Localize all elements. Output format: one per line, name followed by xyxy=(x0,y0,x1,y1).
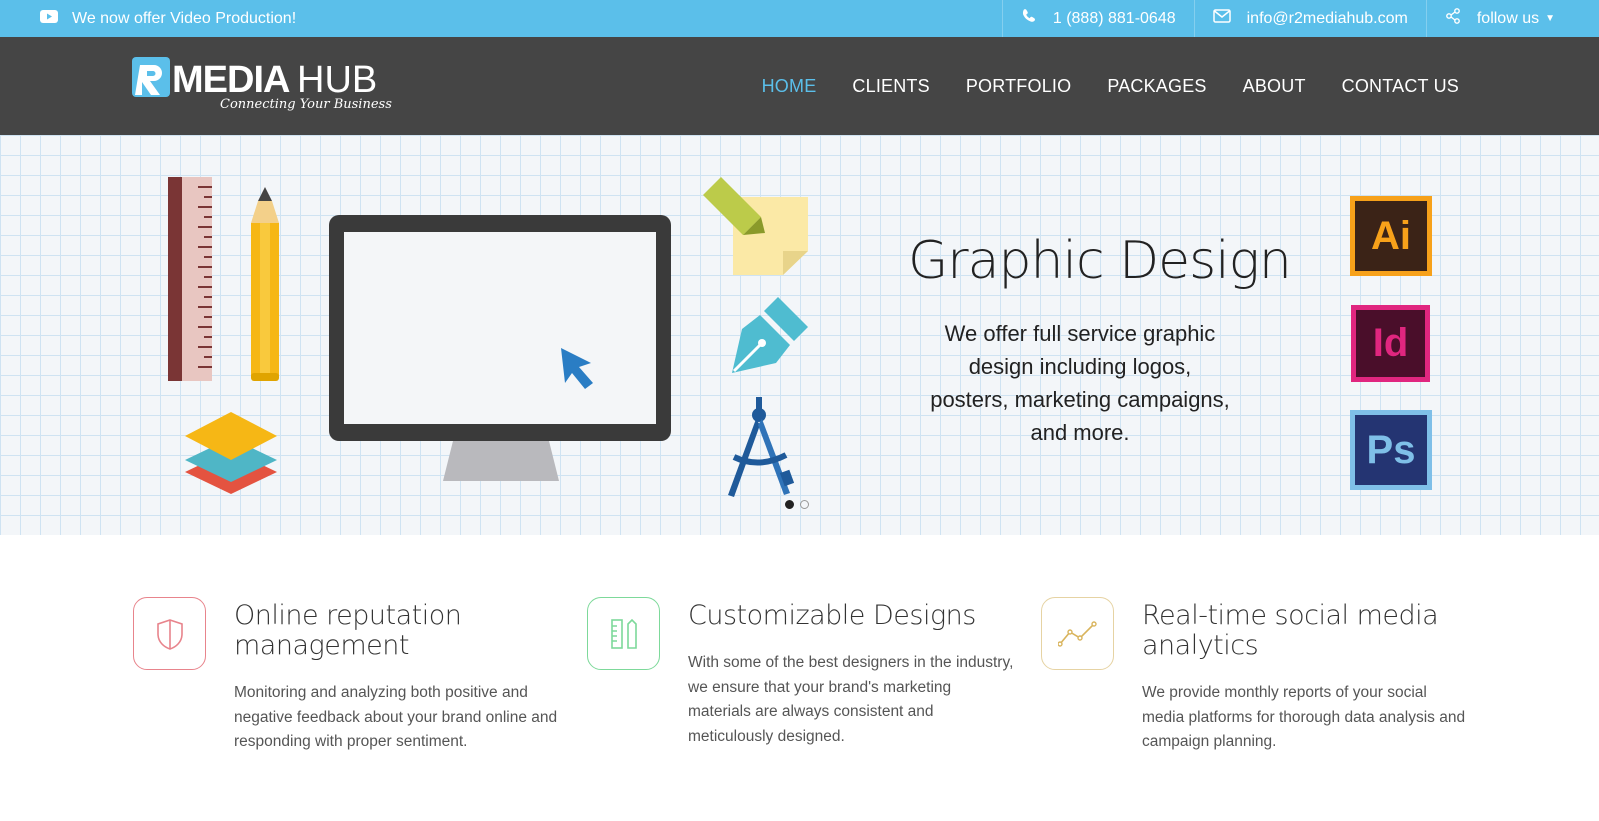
promo-text: We now offer Video Production! xyxy=(72,9,297,27)
pen-nib-illustration xyxy=(732,297,808,373)
nav-home[interactable]: HOME xyxy=(762,76,817,97)
feature-text: Monitoring and analyzing both positive a… xyxy=(234,684,558,750)
layers-illustration xyxy=(185,412,277,494)
nav-clients[interactable]: CLIENTS xyxy=(852,76,929,97)
shield-icon xyxy=(133,597,206,670)
mail-icon xyxy=(1212,9,1231,28)
slider-dot-1[interactable] xyxy=(785,500,794,509)
indesign-icon: Id xyxy=(1351,305,1430,382)
main-navigation: R2 MEDIA HUB Connecting Your Business HO… xyxy=(0,37,1599,135)
compass-illustration xyxy=(728,397,795,497)
feature-title: Online reputation management xyxy=(234,600,462,661)
slider-pagination xyxy=(785,500,809,509)
nav-contact-us[interactable]: CONTACT US xyxy=(1342,76,1459,97)
ruler-pencil-icon xyxy=(587,597,660,670)
indesign-label: Id xyxy=(1372,321,1409,365)
nav-packages[interactable]: PACKAGES xyxy=(1107,76,1206,97)
promo-banner[interactable]: We now offer Video Production! xyxy=(40,0,296,37)
nav-menu: HOME CLIENTS PORTFOLIO PACKAGES ABOUT CO… xyxy=(762,37,1459,135)
phone-link[interactable]: 1 (888) 881-0648 xyxy=(1001,0,1194,37)
monitor-illustration xyxy=(329,215,671,481)
feature-title: Real-time social media analytics xyxy=(1142,600,1439,661)
photoshop-label: Ps xyxy=(1366,427,1416,472)
hero-description: We offer full service graphic design inc… xyxy=(930,321,1230,445)
youtube-icon xyxy=(40,9,58,28)
caret-down-icon: ▼ xyxy=(1545,13,1555,24)
illustrator-icon: Ai xyxy=(1350,196,1432,276)
logo-brand-media: MEDIA xyxy=(172,59,290,101)
ruler-illustration xyxy=(168,177,212,381)
share-icon xyxy=(1445,8,1461,29)
logo[interactable]: R2 MEDIA HUB Connecting Your Business xyxy=(132,57,392,117)
photoshop-icon: Ps xyxy=(1350,410,1432,490)
follow-us-label: follow us xyxy=(1476,9,1540,27)
feature-title: Customizable Designs xyxy=(688,600,976,631)
pencil-illustration xyxy=(251,187,279,381)
phone-icon xyxy=(1021,8,1037,29)
nav-portfolio[interactable]: PORTFOLIO xyxy=(966,76,1072,97)
hero-title: Graphic Design xyxy=(908,231,1292,291)
slider-dot-2[interactable] xyxy=(800,500,809,509)
feature-text: With some of the best designers in the i… xyxy=(688,654,1014,745)
phone-number: 1 (888) 881-0648 xyxy=(1052,9,1176,27)
illustrator-label: Ai xyxy=(1371,213,1411,258)
sticky-note-illustration xyxy=(703,177,808,275)
email-link[interactable]: info@r2mediahub.com xyxy=(1193,0,1426,37)
logo-tagline: Connecting Your Business xyxy=(220,97,392,112)
hero-slider: Ai Id Ps Graphic Design We offer full se… xyxy=(0,135,1599,535)
logo-brand-hub: HUB xyxy=(297,59,378,101)
features-section: Online reputation management Monitoring … xyxy=(0,535,1599,821)
feature-text: We provide monthly reports of your socia… xyxy=(1142,684,1466,750)
follow-us-dropdown[interactable]: follow us ▼ xyxy=(1425,0,1573,37)
email-address: info@r2mediahub.com xyxy=(1246,9,1408,27)
top-bar: We now offer Video Production! 1 (888) 8… xyxy=(0,0,1599,37)
line-chart-icon xyxy=(1041,597,1114,670)
nav-about[interactable]: ABOUT xyxy=(1243,76,1306,97)
